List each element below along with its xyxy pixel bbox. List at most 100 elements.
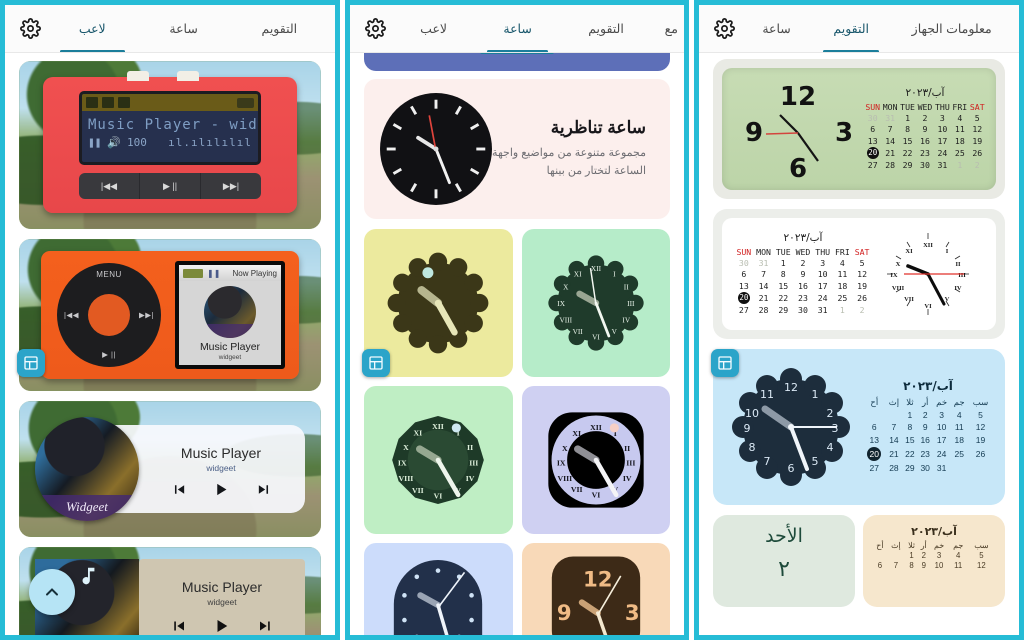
tab-calendar[interactable]: التقويم (230, 5, 329, 52)
calendar-row: 20 21 22 23 24 25 26 (734, 291, 872, 304)
svg-text:3: 3 (832, 422, 839, 435)
svg-text:III: III (627, 299, 635, 308)
arabic-calendar: آب/٢٠٢٣ أح إث ثلا أر خم جم سب 1 2 3 4 5 … (863, 379, 993, 474)
clock-face-svg: XIIIII IIIIVV VIVIIVIII IXXXI (548, 255, 644, 351)
day-cell: 14 (885, 135, 896, 146)
day-cell (968, 462, 993, 474)
day-cell: 1 (907, 409, 913, 420)
tab-player[interactable]: لاعب (47, 5, 138, 52)
svg-text:II: II (955, 261, 961, 268)
svg-text:XII: XII (590, 423, 602, 432)
clock-face-svg (382, 95, 490, 203)
clock-face-svg (394, 560, 483, 635)
settings-gear-button[interactable] (13, 12, 47, 46)
svg-text:VII: VII (572, 327, 583, 336)
retro-lcd-screen: Music Player - widge ❚❚ 🔊 100 ıl.ılılılı… (79, 91, 261, 165)
analog-clock-hero-card[interactable]: ساعة تناظرية مجموعة متنوعة من مواضيع واج… (364, 79, 670, 219)
tab-clock[interactable]: ساعة (741, 5, 812, 52)
scroll-to-top-button[interactable] (29, 569, 75, 615)
svg-text:IV: IV (622, 315, 630, 324)
weekday-mon-ar: إث (891, 540, 901, 550)
day-cell: 19 (972, 135, 983, 146)
menu-label: MENU (96, 270, 122, 279)
day-cell: 31 (937, 159, 948, 170)
widget-layout-icon (24, 356, 38, 370)
next-button[interactable]: ▶▶| (201, 173, 261, 199)
svg-text:X: X (562, 444, 568, 453)
clock-face-svg: XIIIII IIIIVV VIVIIVIII IXXXI (548, 412, 644, 508)
weekday-thu: THU (935, 102, 950, 113)
svg-text:XII: XII (591, 264, 602, 273)
widget-blue-scallop-clock-calendar[interactable]: آب/٢٠٢٣ أح إث ثلا أر خم جم سب 1 2 3 4 5 … (713, 349, 1005, 505)
widget-ipod-music-player[interactable]: MENU |◀◀ ▶▶| ▶ || ❚❚ Now Playing Music P… (19, 239, 321, 391)
svg-text:X: X (563, 282, 569, 291)
clock-tile-green-scallop-roman[interactable]: XII I II III IV V VI VII VIII IX X XI (521, 229, 670, 377)
calendar-row: 12 3 4 5 (863, 409, 993, 421)
tab-clock[interactable]: ساعة (138, 5, 230, 52)
day-cell: 14 (889, 434, 899, 445)
widget-list-panel1[interactable]: Music Player - widge ❚❚ 🔊 100 ıl.ılılılı… (5, 53, 335, 635)
widget-list-panel2[interactable]: ساعة تناظرية مجموعة متنوعة من مواضيع واج… (350, 53, 684, 635)
next-button[interactable]: ▶▶| (139, 311, 154, 320)
day-cell: 11 (954, 124, 965, 135)
day-cell: 17 (936, 434, 947, 445)
widget-list-panel3[interactable]: 12 3 6 9 آب/٢٠٢٣ SUN MON TUE WED THU FRI… (699, 53, 1019, 635)
next-icon[interactable] (256, 481, 273, 498)
weekday-sat: SAT (969, 102, 985, 113)
day-cell: 15 (905, 434, 915, 445)
widget-layout-badge[interactable] (711, 349, 739, 377)
widget-pill-music-player[interactable]: Music Player widgeet (19, 401, 321, 537)
calendar-table: أح إث ثلا أر خم جم سب 12 34 5 6 7 8 9 10… (873, 540, 995, 571)
prev-button[interactable]: |◀◀ (79, 173, 140, 199)
day-cell: 3 (936, 550, 942, 560)
weekday-wed: WED (795, 247, 811, 258)
weekday-fri: FRI (952, 102, 968, 113)
settings-gear-button[interactable] (707, 12, 741, 46)
day-cell: 29 (902, 159, 913, 170)
settings-gear-button[interactable] (358, 12, 392, 46)
volume-value: 100 (126, 136, 147, 149)
previous-icon[interactable] (170, 481, 187, 498)
clock-tile-navy-dotted[interactable] (364, 543, 513, 635)
clock-tile-green-dodecagon-roman[interactable]: XIIIII IIIIVV VIVIIVIII IXXXI (364, 386, 513, 534)
tab-calendar[interactable]: التقويم (560, 5, 652, 52)
day-cell: 17 (817, 280, 828, 291)
tab-player[interactable]: لاعب (392, 5, 475, 52)
previous-icon[interactable] (169, 617, 187, 635)
track-title: Music Player (180, 444, 262, 461)
ipod-click-wheel[interactable]: MENU |◀◀ ▶▶| ▶ || (57, 263, 161, 367)
widget-white-calendar-roman-clock[interactable]: XII I II III IV V VI VII VIII IX X XI آب/٢٠٢٣ (713, 209, 1005, 339)
tab-device-info-clipped[interactable]: مع (652, 5, 678, 52)
prev-button[interactable]: |◀◀ (64, 311, 79, 320)
play-icon[interactable] (213, 617, 231, 635)
widget-layout-badge[interactable] (362, 349, 390, 377)
day-cell: 12 (857, 269, 868, 280)
day-cell: 16 (920, 135, 930, 146)
day-cell: 30 (920, 159, 930, 170)
play-icon[interactable] (213, 481, 230, 498)
tab-calendar[interactable]: التقويم (812, 5, 890, 52)
widget-green-lcd-clock-calendar[interactable]: 12 3 6 9 آب/٢٠٢٣ SUN MON TUE WED THU FRI… (713, 59, 1005, 199)
clock-tile-brown-numerals[interactable]: 12 3 9 (521, 543, 670, 635)
previous-widget-partial[interactable] (364, 53, 670, 71)
widget-retro-music-player[interactable]: Music Player - widge ❚❚ 🔊 100 ıl.ılılılı… (19, 61, 321, 229)
svg-text:XI: XI (574, 269, 582, 278)
tab-clock[interactable]: ساعة (475, 5, 560, 52)
retro-status-row (82, 94, 258, 111)
widget-beige-calendar[interactable]: آب/٢٠٢٣ أح إث ثلا أر خم جم سب 12 34 5 6 … (863, 515, 1005, 607)
play-pause-button[interactable]: ▶ || (102, 350, 116, 359)
widget-layout-badge[interactable] (17, 349, 45, 377)
album-art (204, 286, 256, 338)
gear-icon (364, 18, 386, 39)
weekday-mon: MON (882, 102, 898, 113)
day-cell: 18 (954, 434, 964, 445)
clock-tile-black-squircle-roman[interactable]: XIIIII IIIIVV VIVIIVIII IXXXI (521, 386, 670, 534)
weekday-sun-ar: أح (870, 396, 879, 407)
play-pause-button[interactable]: ▶ || (140, 173, 201, 199)
day-cell: 31 (758, 258, 769, 269)
widget-weekday-card[interactable]: الأحد ٢ (713, 515, 855, 607)
next-icon[interactable] (257, 617, 275, 635)
weekday-wed-ar: أر (921, 396, 929, 407)
gear-icon (713, 18, 735, 39)
tab-device-info[interactable]: معلومات الجهاز (890, 5, 1013, 52)
